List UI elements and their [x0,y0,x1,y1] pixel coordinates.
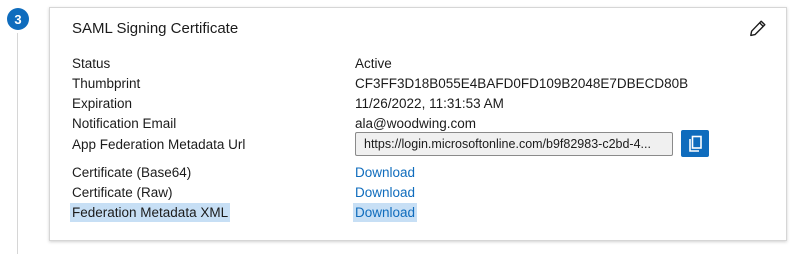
notification-email-value: ala@woodwing.com [355,116,477,131]
notification-email-label: Notification Email [72,116,177,131]
copy-icon [689,135,702,152]
thumbprint-label: Thumbprint [72,76,141,91]
expiration-value: 11/26/2022, 11:31:53 AM [355,96,504,111]
status-label: Status [72,56,111,71]
edit-button[interactable] [748,18,768,38]
download-label: Certificate (Raw) [72,185,173,200]
pencil-icon [750,20,766,37]
download-federation-metadata-xml-link[interactable]: Download [353,203,418,222]
download-certificate-base64-link[interactable]: Download [355,163,415,182]
thumbprint-value: CF3FF3D18B055E4BAFD0FD109B2048E7DBECD80B [355,76,689,91]
download-label: Federation Metadata XML [70,203,231,222]
card-title: SAML Signing Certificate [72,20,239,37]
saml-signing-certificate-card: SAML Signing Certificate Status Active T… [49,7,787,241]
status-value: Active [355,56,392,71]
download-label: Certificate (Base64) [72,165,192,180]
metadata-url-field[interactable]: https://login.microsoftonline.com/b9f829… [355,132,673,156]
step-number-badge: 3 [7,8,29,30]
download-certificate-raw-link[interactable]: Download [355,183,415,202]
metadata-url-label: App Federation Metadata Url [72,137,246,152]
copy-url-button[interactable] [681,130,709,157]
expiration-label: Expiration [72,96,133,111]
step-connector-line [17,33,18,254]
